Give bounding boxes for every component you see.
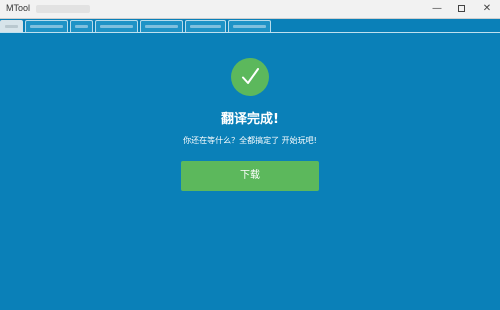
tab-6[interactable] xyxy=(185,20,226,32)
minimize-button[interactable]: — xyxy=(425,0,449,18)
title-bar: MTool — ✕ xyxy=(0,0,500,19)
tab-5[interactable] xyxy=(140,20,183,32)
tab-label-redacted xyxy=(145,25,178,28)
tab-2[interactable] xyxy=(25,20,68,32)
maximize-icon xyxy=(458,5,465,12)
tab-label-redacted xyxy=(30,25,63,28)
tab-label-redacted xyxy=(100,25,133,28)
result-heading: 翻译完成! xyxy=(221,112,279,127)
tab-1[interactable] xyxy=(0,20,23,32)
tab-3[interactable] xyxy=(70,20,93,32)
result-message: 你还在等什么？全都搞定了 开始玩吧! xyxy=(183,136,317,145)
check-icon xyxy=(242,68,259,84)
tab-bar xyxy=(0,19,500,33)
tab-7[interactable] xyxy=(228,20,271,32)
tab-label-redacted xyxy=(190,25,221,28)
success-check-circle xyxy=(231,58,269,96)
tab-label-redacted xyxy=(233,25,266,28)
window-title: MTool xyxy=(6,3,31,13)
tab-4[interactable] xyxy=(95,20,138,32)
download-button[interactable]: 下载 xyxy=(181,161,319,191)
tab-label-redacted xyxy=(75,25,88,28)
app-window: MTool — ✕ 翻译完成! 你还在等什么？全都搞定了 开始玩吧! 下载 xyxy=(0,0,500,310)
close-button[interactable]: ✕ xyxy=(475,0,499,18)
tab-label-redacted xyxy=(5,25,18,28)
title-redacted xyxy=(36,5,90,13)
maximize-button[interactable] xyxy=(450,0,474,18)
